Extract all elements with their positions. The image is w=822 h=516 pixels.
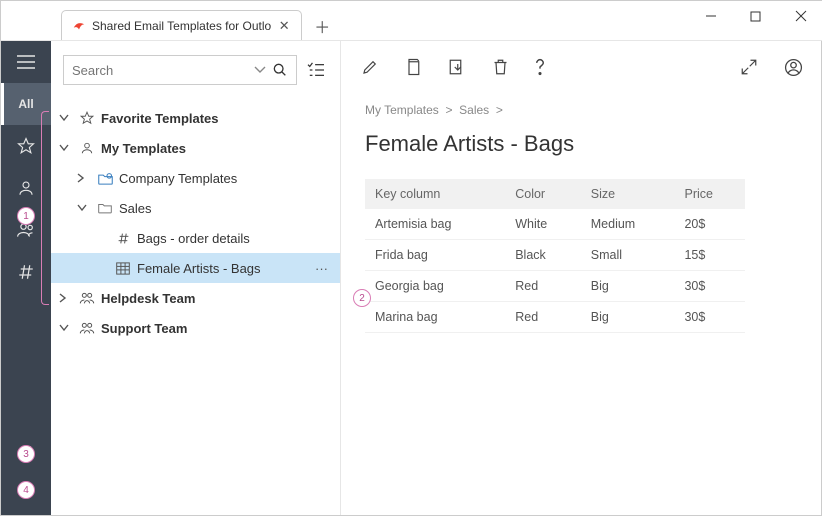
- search-dropdown-icon[interactable]: [254, 66, 266, 74]
- expand-icon[interactable]: [740, 58, 758, 76]
- table-row[interactable]: Marina bag Red Big 30$: [365, 302, 745, 333]
- table-row[interactable]: Artemisia bag White Medium 20$: [365, 209, 745, 240]
- team-icon: [79, 291, 95, 305]
- window-close-button[interactable]: [778, 1, 822, 31]
- breadcrumb-item[interactable]: Sales: [459, 103, 489, 117]
- tree-item-helpdesk[interactable]: Helpdesk Team: [51, 283, 340, 313]
- tab-title: Shared Email Templates for Outlo: [92, 19, 271, 33]
- column-header[interactable]: Key column: [365, 179, 505, 209]
- app-logo-icon: [72, 19, 86, 33]
- search-icon[interactable]: [272, 62, 288, 78]
- callout-1-bracket: [41, 111, 49, 305]
- callout-2: 2: [353, 289, 371, 307]
- account-icon[interactable]: [784, 58, 803, 77]
- left-pane: Favorite Templates My Templates Company …: [51, 41, 341, 515]
- tree-item-my[interactable]: My Templates: [51, 133, 340, 163]
- titlebar: Shared Email Templates for Outlo ✕ ＋: [1, 1, 822, 41]
- toolbar: [341, 41, 822, 93]
- team-icon: [79, 321, 95, 335]
- folder-icon: [97, 202, 113, 214]
- company-folder-icon: [97, 172, 113, 185]
- column-header[interactable]: Size: [581, 179, 675, 209]
- import-icon[interactable]: [448, 58, 466, 76]
- callout-1: 1: [17, 207, 35, 225]
- data-table: Key column Color Size Price Artemisia ba…: [365, 179, 745, 333]
- right-pane: My Templates > Sales > Female Artists - …: [341, 41, 822, 515]
- chevron-down-icon: [77, 204, 91, 212]
- window-minimize-button[interactable]: [688, 1, 733, 31]
- copy-icon[interactable]: [405, 58, 422, 76]
- help-icon[interactable]: [535, 58, 545, 76]
- callout-4: 4: [17, 481, 35, 499]
- tree-item-company[interactable]: Company Templates: [51, 163, 340, 193]
- table-row[interactable]: Frida bag Black Small 15$: [365, 240, 745, 271]
- column-header[interactable]: Color: [505, 179, 581, 209]
- delete-icon[interactable]: [492, 58, 509, 76]
- tree-item-female-bags[interactable]: Female Artists - Bags ···: [51, 253, 340, 283]
- page-title: Female Artists - Bags: [365, 131, 799, 157]
- star-outline-icon: [79, 111, 95, 125]
- item-more-icon[interactable]: ···: [311, 261, 332, 276]
- chevron-down-icon: [59, 114, 73, 122]
- template-tree: Favorite Templates My Templates Company …: [51, 99, 340, 347]
- window-maximize-button[interactable]: [733, 1, 778, 31]
- chevron-right-icon: [77, 173, 91, 183]
- hamburger-icon[interactable]: [1, 41, 51, 83]
- search-input[interactable]: [72, 63, 248, 78]
- edit-icon[interactable]: [361, 58, 379, 76]
- tree-item-sales[interactable]: Sales: [51, 193, 340, 223]
- new-tab-button[interactable]: ＋: [308, 12, 336, 40]
- callout-3: 3: [17, 445, 35, 463]
- person-icon: [79, 141, 95, 155]
- breadcrumb: My Templates > Sales >: [365, 103, 799, 117]
- tree-item-favorite[interactable]: Favorite Templates: [51, 103, 340, 133]
- browser-tab[interactable]: Shared Email Templates for Outlo ✕: [61, 10, 302, 40]
- hash-icon: [115, 232, 131, 245]
- tree-item-support[interactable]: Support Team: [51, 313, 340, 343]
- table-icon: [115, 262, 131, 275]
- checklist-icon[interactable]: [307, 62, 328, 78]
- column-header[interactable]: Price: [674, 179, 745, 209]
- chevron-right-icon: [59, 293, 73, 303]
- tree-item-bags-order[interactable]: Bags - order details: [51, 223, 340, 253]
- tab-close-icon[interactable]: ✕: [277, 18, 291, 34]
- search-box[interactable]: [63, 55, 297, 85]
- chevron-down-icon: [59, 144, 73, 152]
- table-row[interactable]: Georgia bag Red Big 30$: [365, 271, 745, 302]
- chevron-down-icon: [59, 324, 73, 332]
- breadcrumb-item[interactable]: My Templates: [365, 103, 439, 117]
